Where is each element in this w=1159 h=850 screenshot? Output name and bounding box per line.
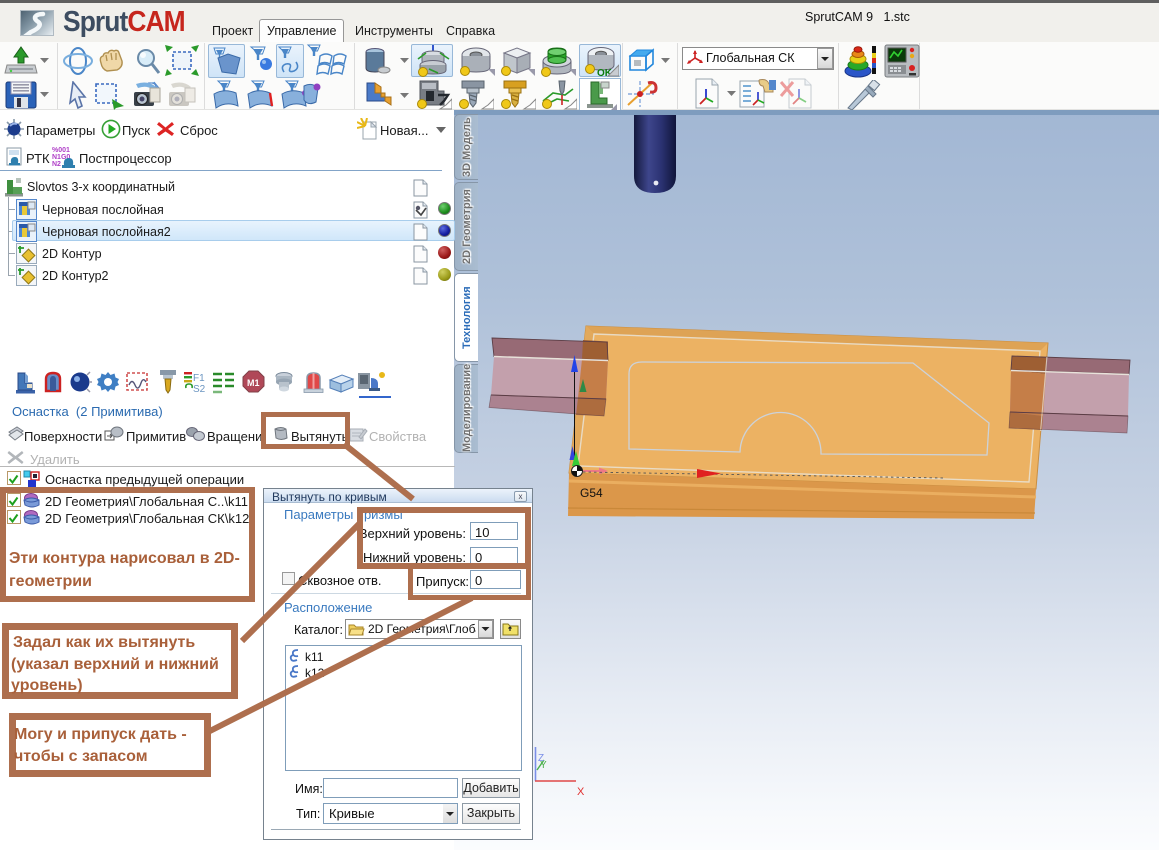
- svg-text:%001: %001: [52, 147, 70, 154]
- svg-text:M1: M1: [247, 378, 260, 388]
- svg-text:S2: S2: [193, 384, 206, 395]
- svg-text:N2: N2: [52, 161, 61, 168]
- svg-text:F1: F1: [193, 373, 205, 384]
- svg-text:X: X: [577, 786, 585, 798]
- svg-text:Y: Y: [540, 760, 547, 771]
- svg-text:G54: G54: [580, 486, 603, 500]
